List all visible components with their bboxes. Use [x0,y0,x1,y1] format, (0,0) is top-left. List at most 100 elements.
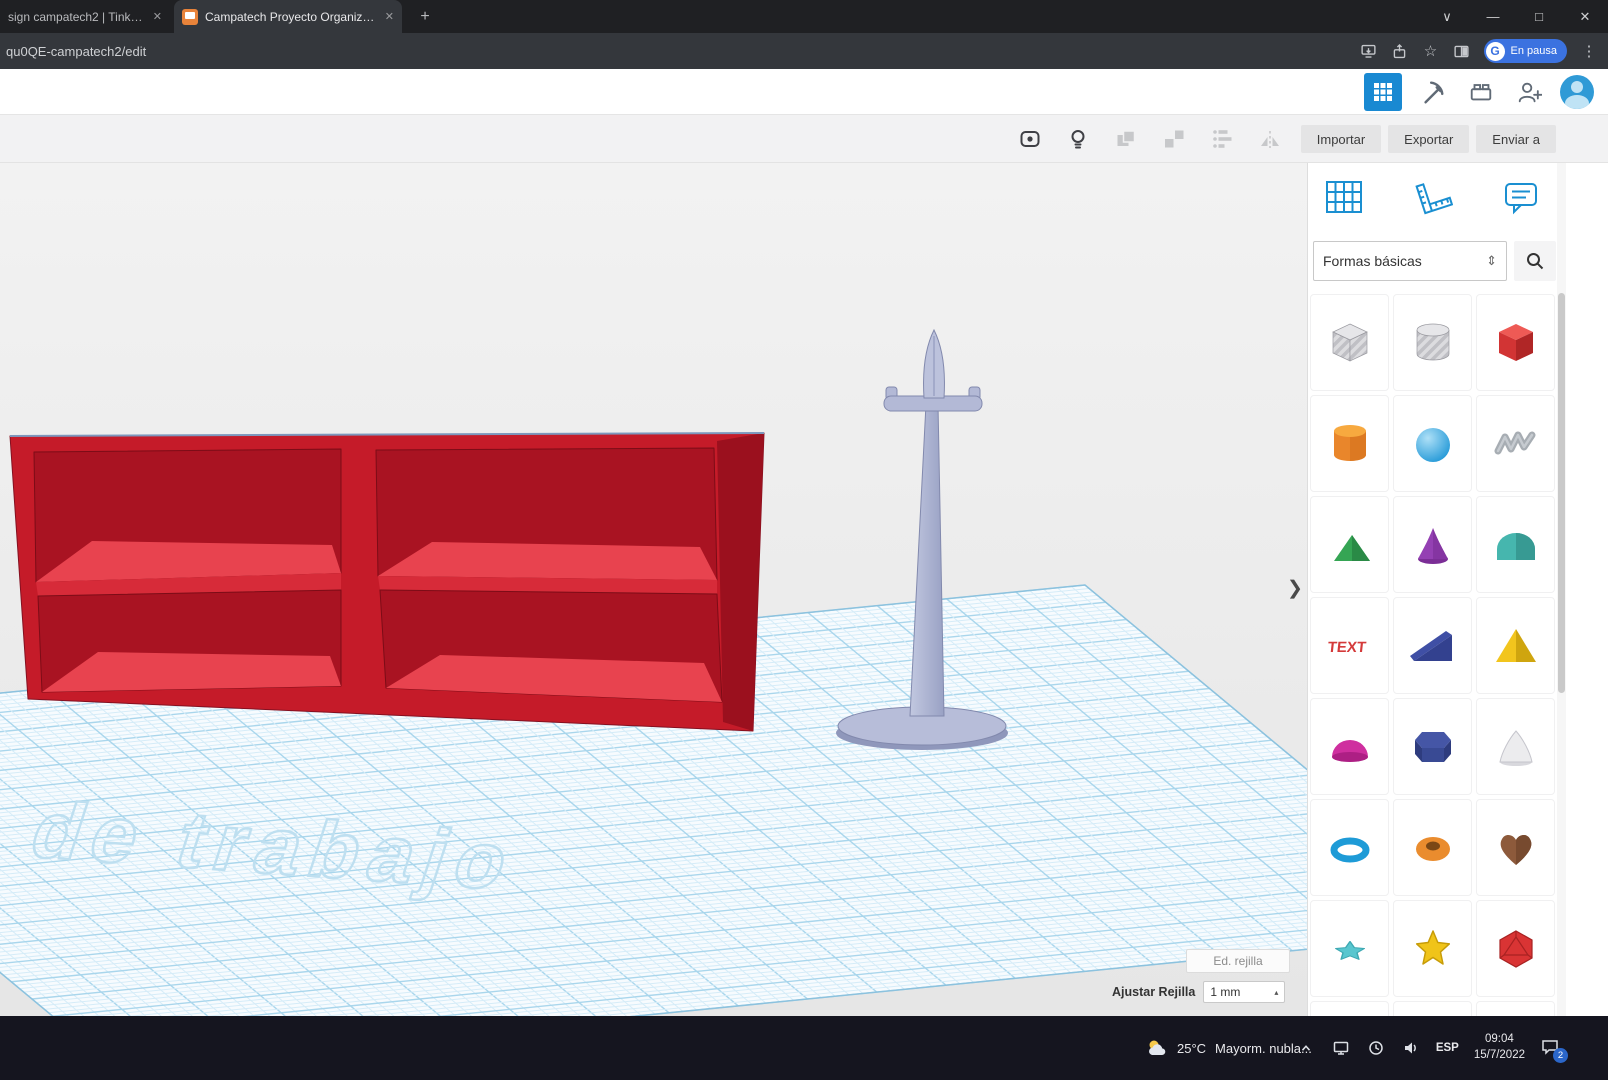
windows-taskbar: 25°C Mayorm. nubla... ESP 09:04 15/7/202… [0,1016,1608,1080]
toolbar-icon-group [1015,115,1285,163]
show-all-lightbulb-icon[interactable] [1063,124,1093,154]
shape-tile-roof[interactable] [1310,496,1389,593]
shape-tile-box-hole[interactable] [1310,294,1389,391]
hidden-icons-chevron-icon[interactable] [1296,1038,1316,1058]
shape-tile[interactable] [1310,1001,1389,1016]
shape-tile[interactable] [1393,1001,1472,1016]
browser-profile-button[interactable]: G En pausa [1483,39,1567,63]
box-shape-icon [1498,323,1533,361]
taskbar-clock[interactable]: 09:04 15/7/2022 [1474,1032,1525,1063]
panel-collapse-chevron-icon[interactable]: ❯ [1285,575,1305,601]
svg-text:TEXT: TEXT [1326,639,1367,656]
3d-scene[interactable]: de trabajo [0,163,1307,1016]
shape-tile-star[interactable] [1393,900,1472,997]
shape-tile-wedge[interactable] [1393,597,1472,694]
maximize-button[interactable]: □ [1516,0,1562,33]
text-shape-icon: TEXT [1326,639,1367,656]
tab-favicon-icon [182,8,198,25]
app-header [0,69,1608,115]
shape-tile-heart[interactable] [1476,799,1555,896]
icosahedron-shape-icon [1498,929,1533,968]
minecraft-pickaxe-button[interactable] [1416,75,1450,109]
browser-menu-chevron-icon[interactable]: ∨ [1424,0,1470,33]
close-button[interactable]: ✕ [1562,0,1608,33]
panel-scrollbar-thumb[interactable] [1558,293,1565,693]
shape-tile-round-roof[interactable] [1476,496,1555,593]
cone-shape-icon [1417,527,1448,564]
tab-close-icon[interactable]: ✕ [153,10,162,23]
favorite-star-icon[interactable]: ☆ [1422,42,1440,60]
shape-tile-polygon[interactable] [1393,698,1472,795]
profile-avatar: G [1485,41,1505,61]
shape-search-button[interactable] [1514,241,1556,281]
snap-grid-control: Ajustar Rejilla 1 mm ▴ [1112,981,1286,1003]
snap-grid-label: Ajustar Rejilla [1112,985,1196,999]
shape-tile-icosahedron[interactable] [1476,900,1555,997]
browser-tab-inactive[interactable]: sign campatech2 | Tinkerca... ✕ [0,0,170,33]
address-bar[interactable]: qu0QE-campatech2/edit ☆ G En pausa ⋮ [0,33,1608,69]
tab-close-icon[interactable]: ✕ [385,10,394,23]
heart-shape-icon [1500,834,1531,865]
display-tray-icon[interactable] [1331,1038,1351,1058]
user-avatar[interactable] [1560,75,1594,109]
main-area: de trabajo ❯ Ed. rejilla Ajustar Rejilla… [0,163,1608,1016]
shape-tile-scribble[interactable] [1476,395,1555,492]
shape-tile-tube[interactable] [1393,799,1472,896]
3d-viewport[interactable]: de trabajo ❯ Ed. rejilla Ajustar Rejilla… [0,163,1307,1016]
share-icon[interactable] [1391,42,1409,60]
action-center-button[interactable]: 2 [1540,1036,1568,1063]
install-app-icon[interactable] [1360,42,1378,60]
volume-icon[interactable] [1401,1038,1421,1058]
toolbar-button-group: Importar Exportar Enviar a [1300,115,1556,163]
design-toolbar: Importar Exportar Enviar a [0,115,1608,163]
export-button[interactable]: Exportar [1388,125,1470,153]
visibility-icon[interactable] [1015,124,1045,154]
minimize-button[interactable]: — [1470,0,1516,33]
shape-tile-sphere[interactable] [1393,395,1472,492]
scribble-shape-icon [1494,431,1535,454]
shape-tile-star-flat[interactable] [1310,900,1389,997]
browser-menu-dots-icon[interactable]: ⋮ [1580,42,1598,60]
lego-brick-button[interactable] [1464,75,1498,109]
box-hole-shape-icon [1331,323,1368,362]
language-indicator[interactable]: ESP [1436,1042,1459,1054]
ruler-icon[interactable] [1411,175,1455,219]
import-button[interactable]: Importar [1300,125,1382,153]
panel-scrollbar[interactable] [1557,163,1566,1016]
taskbar-time: 09:04 [1485,1033,1514,1046]
shape-tile-paraboloid[interactable] [1476,698,1555,795]
url-text[interactable]: qu0QE-campatech2/edit [0,44,146,59]
pyramid-shape-icon [1495,628,1536,662]
wedge-shape-icon [1409,630,1452,661]
dashboard-grid-button[interactable] [1364,73,1402,111]
notes-comment-icon[interactable] [1499,175,1543,219]
weather-widget[interactable]: 25°C Mayorm. nubla... [1146,1016,1312,1080]
shape-tile-text[interactable]: TEXT [1310,597,1389,694]
browser-tab-strip: sign campatech2 | Tinkerca... ✕ Campatec… [0,0,1608,33]
browser-tab-active[interactable]: Campatech Proyecto Organizado... ✕ [174,0,402,33]
shape-tile-cylinder-hole[interactable] [1393,294,1472,391]
new-tab-button[interactable]: + [414,6,436,28]
star-shape-icon [1415,929,1450,965]
clock-tray-icon[interactable] [1366,1038,1386,1058]
shape-tile-pyramid[interactable] [1476,597,1555,694]
shape-tile[interactable] [1476,1001,1555,1016]
snap-grid-select[interactable]: 1 mm ▴ [1203,981,1286,1003]
workplane-grid-icon[interactable] [1322,175,1366,219]
shape-tile-box[interactable] [1476,294,1555,391]
shape-category-dropdown[interactable]: Formas básicas ⇕ [1313,241,1507,281]
shape-tile-cone[interactable] [1393,496,1472,593]
shape-tile-half-sphere[interactable] [1310,698,1389,795]
round-roof-shape-icon [1496,532,1535,560]
shape-tile-cylinder[interactable] [1310,395,1389,492]
invite-people-button[interactable] [1512,75,1546,109]
align-icon[interactable] [1207,124,1237,154]
ungroup-icon[interactable] [1159,124,1189,154]
split-screen-icon[interactable] [1453,42,1471,60]
send-to-button[interactable]: Enviar a [1476,125,1556,153]
shape-tile-torus[interactable] [1310,799,1389,896]
edit-grid-button[interactable]: Ed. rejilla [1186,949,1290,973]
mirror-flip-icon[interactable] [1255,124,1285,154]
group-icon[interactable] [1111,124,1141,154]
bookshelf-model[interactable] [9,432,765,732]
